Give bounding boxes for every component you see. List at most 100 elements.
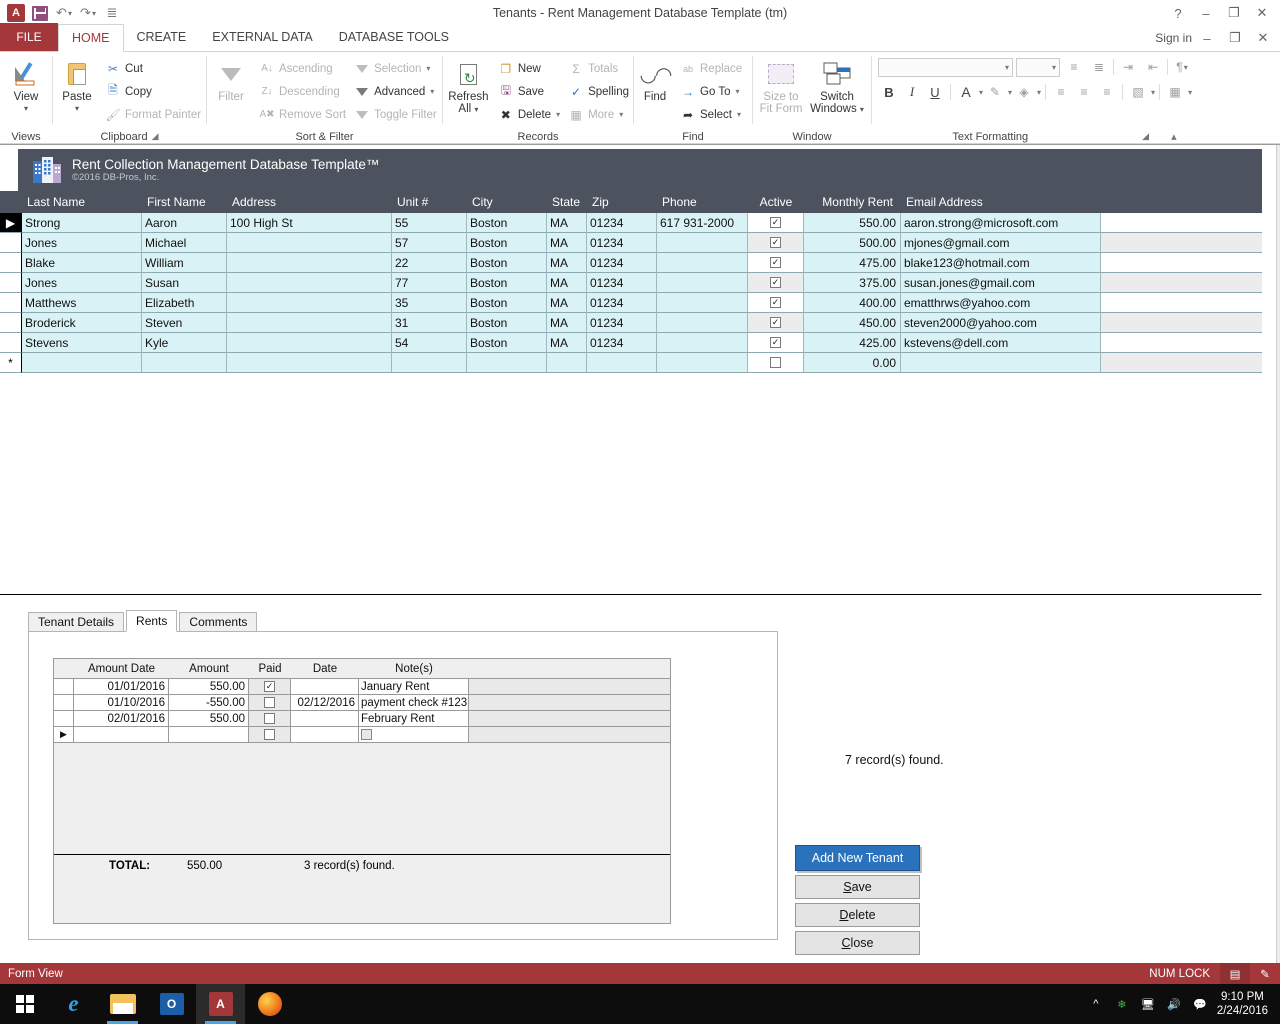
outlook-icon[interactable]: O [147,984,196,1024]
table-cell[interactable]: 54 [392,333,467,353]
spelling-button[interactable]: ✓ Spelling [564,80,633,103]
table-cell[interactable] [291,679,359,695]
chevron-down-icon[interactable]: ▾ [735,87,739,96]
table-cell[interactable]: Boston [467,333,547,353]
table-cell[interactable]: Michael [142,233,227,253]
table-cell[interactable]: Boston [467,233,547,253]
ribbon-restore-icon[interactable]: ❐ [1222,27,1248,49]
table-cell[interactable]: Blake [22,253,142,273]
table-cell[interactable]: susan.jones@gmail.com [901,273,1101,293]
text-highlight-icon[interactable]: ✎ [984,81,1006,103]
minimize-icon[interactable]: – [1192,1,1220,25]
align-center-icon[interactable]: ≡ [1073,81,1095,103]
rent-col-amount[interactable]: Amount [169,659,249,678]
table-cell[interactable]: 100 High St [227,213,392,233]
collapse-ribbon-icon[interactable]: ▴ [1171,130,1177,143]
table-cell[interactable]: MA [547,293,587,313]
active-checkbox[interactable]: ✓ [748,233,804,253]
col-city[interactable]: City [467,191,547,213]
view-button[interactable]: View ▾ [0,55,52,113]
checkbox[interactable]: ✓ [770,317,781,328]
select-button[interactable]: ➦ Select ▾ [676,103,746,126]
copy-button[interactable]: 🗎 Copy [101,80,205,103]
table-cell[interactable] [467,353,547,373]
table-cell[interactable] [657,273,748,293]
text-direction-icon[interactable]: ¶▾ [1171,56,1193,78]
start-icon[interactable] [0,984,49,1024]
tab-database-tools[interactable]: DATABASE TOOLS [326,23,462,51]
format-painter-button[interactable]: 🖌 Format Painter [101,103,205,126]
table-cell[interactable]: 22 [392,253,467,273]
signin-link[interactable]: Sign in [1155,31,1192,45]
save-button[interactable]: Save [795,875,920,899]
table-cell[interactable]: steven2000@yahoo.com [901,313,1101,333]
table-cell[interactable]: 01234 [587,293,657,313]
rent-col-amount-date[interactable]: Amount Date [74,659,169,678]
font-name-combo[interactable]: ▾ [878,58,1013,77]
col-active[interactable]: Active [748,191,804,213]
underline-icon[interactable]: U [924,81,946,103]
table-cell[interactable]: MA [547,333,587,353]
active-checkbox[interactable]: ✓ [748,253,804,273]
network-icon[interactable]: 🖥 [1135,984,1161,1024]
table-cell[interactable] [291,711,359,727]
table-cell[interactable]: 31 [392,313,467,333]
table-cell[interactable] [657,293,748,313]
col-address[interactable]: Address [227,191,392,213]
clipboard-dialog-launcher-icon[interactable]: ◢ [152,131,159,142]
chevron-down-icon[interactable]: ▾ [426,64,430,73]
checkbox[interactable]: ✓ [770,277,781,288]
table-row[interactable]: StevensKyle54BostonMA01234✓425.00ksteven… [0,333,1262,353]
form-view-icon[interactable]: ▤ [1220,963,1250,984]
list-item[interactable]: 01/01/2016550.00✓January Rent [54,679,670,695]
tab-home[interactable]: HOME [58,24,124,52]
table-cell[interactable]: 617 931-2000 [657,213,748,233]
remove-sort-button[interactable]: A✖ Remove Sort [255,103,350,126]
table-cell[interactable] [227,293,392,313]
italic-icon[interactable]: I [901,81,923,103]
table-cell[interactable]: Boston [467,213,547,233]
align-right-icon[interactable]: ≡ [1096,81,1118,103]
table-cell[interactable] [657,333,748,353]
table-cell[interactable] [657,253,748,273]
table-cell[interactable] [657,233,748,253]
table-cell[interactable] [74,727,169,743]
selection-button[interactable]: Selection ▾ [350,57,441,80]
row-selector[interactable] [0,233,22,253]
table-row[interactable]: BroderickSteven31BostonMA01234✓450.00ste… [0,313,1262,333]
table-cell[interactable]: 01234 [587,313,657,333]
table-cell[interactable]: Jones [22,273,142,293]
rent-col-notes[interactable]: Note(s) [359,659,469,678]
col-last-name[interactable]: Last Name [22,191,142,213]
table-cell[interactable]: Steven [142,313,227,333]
table-cell[interactable]: mjones@gmail.com [901,233,1101,253]
table-cell[interactable]: Broderick [22,313,142,333]
table-cell[interactable]: 02/01/2016 [74,711,169,727]
paid-checkbox[interactable] [249,711,291,727]
row-selector[interactable] [54,711,74,727]
col-monthly-rent[interactable]: Monthly Rent [804,191,901,213]
checkbox[interactable]: ✓ [264,681,275,692]
checkbox[interactable]: ✓ [770,337,781,348]
delete-record-button[interactable]: ✖ Delete ▾ [494,103,564,126]
active-checkbox[interactable]: ✓ [748,273,804,293]
ascending-button[interactable]: A↓ Ascending [255,57,350,80]
table-cell[interactable] [587,353,657,373]
redo-icon[interactable]: ↷▾ [76,2,100,24]
active-checkbox[interactable]: ✓ [748,213,804,233]
access-app-icon[interactable]: A [4,2,28,24]
gridlines-icon[interactable]: ▧ [1127,81,1149,103]
table-cell[interactable] [22,353,142,373]
col-zip[interactable]: Zip [587,191,657,213]
table-cell[interactable]: 01/10/2016 [74,695,169,711]
col-phone[interactable]: Phone [657,191,748,213]
ribbon-close-icon[interactable]: ✕ [1250,27,1276,49]
new-record-marker[interactable]: * [0,353,22,373]
active-checkbox[interactable]: ✓ [748,313,804,333]
close-button[interactable]: Close [795,931,920,955]
customize-qat-icon[interactable]: ≣ [100,2,124,24]
table-cell[interactable]: 01234 [587,273,657,293]
table-cell[interactable]: Kyle [142,333,227,353]
table-cell[interactable]: 550.00 [169,679,249,695]
table-cell[interactable]: Matthews [22,293,142,313]
